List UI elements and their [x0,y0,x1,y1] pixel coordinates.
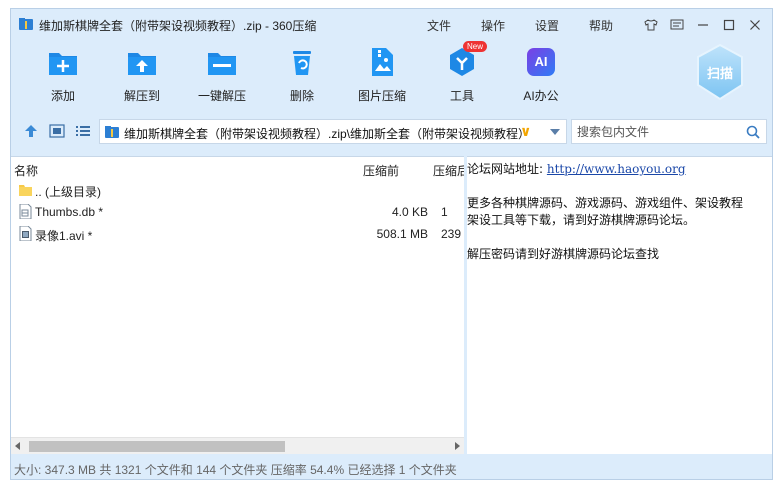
scan-button[interactable]: 扫描 [694,43,746,101]
file-size: 4.0 KB [391,205,428,219]
add-label: 添加 [50,89,75,103]
comment-line-forum: 论坛网站地址: http://www.haoyou.org [467,160,686,177]
ai-office-label: AI办公 [523,89,559,103]
minimize-button[interactable] [692,15,714,35]
ai-office-button[interactable]: AI AI办公 [505,45,577,104]
new-badge: New [463,41,488,52]
maximize-icon [723,19,735,31]
status-bar: 大小: 347.3 MB 共 1321 个文件和 144 个文件夹 压缩率 54… [11,457,772,479]
skin-button[interactable] [640,15,662,35]
add-button[interactable]: 添加 [27,45,99,104]
address-dropdown-icon[interactable] [550,129,560,135]
menu-bar: 文件 操作 设置 帮助 [427,17,643,34]
table-row[interactable]: .. (上级目录) [11,179,464,201]
horizontal-scrollbar[interactable] [11,437,464,454]
window-title: 维加斯棋牌全套（附带架设视频教程）.zip - 360压缩 [39,19,317,33]
shirt-icon [644,19,658,31]
one-click-extract-icon [205,45,239,79]
add-file-icon [46,45,80,79]
forum-link[interactable]: http://www.haoyou.org [547,162,686,176]
search-icon[interactable] [746,125,760,139]
app-window: 维加斯棋牌全套（附带架设视频教程）.zip - 360压缩 文件 操作 设置 帮… [10,8,773,480]
file-name: .. (上级目录) [35,185,101,199]
ai-office-icon: AI [524,45,558,79]
table-row[interactable]: Thumbs.db * 4.0 KB 1 [11,201,464,223]
comment-line-3: 架设工具等下载，请到好游棋牌源码论坛。 [467,213,696,227]
feedback-button[interactable] [666,15,688,35]
menu-operate[interactable]: 操作 [481,17,505,34]
file-name: Thumbs.db * [35,205,104,219]
verified-check-icon: ∨ [520,123,532,139]
list-view-icon [76,126,90,136]
column-size[interactable]: 压缩前 [363,162,399,179]
table-row[interactable]: 录像1.avi * 508.1 MB 239 [11,223,464,245]
thumbnail-view-button[interactable] [49,124,65,138]
address-input[interactable]: 维加斯棋牌全套（附带架设视频教程）.zip\维加斯全套（附带架设视频教程） ∨ [99,119,567,144]
status-text: 大小: 347.3 MB 共 1321 个文件和 144 个文件夹 压缩率 54… [14,463,457,477]
close-icon [750,20,760,30]
menu-settings[interactable]: 设置 [535,17,559,34]
tools-button[interactable]: New 工具 [426,41,498,104]
arrow-up-icon [25,125,37,137]
maximize-button[interactable] [718,15,740,35]
column-name[interactable]: 名称 [14,162,38,179]
file-name: 录像1.avi * [35,229,93,243]
tools-icon: New [445,41,488,79]
close-button[interactable] [744,15,766,35]
extract-to-label: 解压到 [123,89,160,103]
video-file-icon [19,226,32,241]
image-compress-icon [365,45,399,79]
archive-comment: 论坛网站地址: http://www.haoyou.org 更多各种棋牌源码、游… [467,156,772,454]
one-click-extract-button[interactable]: 一键解压 [186,45,258,104]
tools-label: 工具 [449,89,474,103]
scan-label: 扫描 [706,66,733,81]
image-compress-button[interactable]: 图片压缩 [346,45,418,104]
comment-line-4: 解压密码请到好游棋牌源码论坛查找 [467,247,660,261]
extract-to-button[interactable]: 解压到 [106,45,178,104]
minimize-icon [698,24,708,26]
scroll-thumb[interactable] [29,441,285,452]
list-view-button[interactable] [75,124,91,138]
db-file-icon [19,204,32,219]
column-packed[interactable]: 压缩后 [433,162,464,179]
thumbnail-view-icon [49,124,65,138]
delete-label: 删除 [289,89,314,103]
scroll-right-icon[interactable] [455,442,460,450]
window-controls [636,15,766,35]
forum-label: 论坛网站地址: [467,162,544,176]
one-click-extract-label: 一键解压 [197,89,246,103]
scroll-left-icon[interactable] [15,442,20,450]
file-size: 508.1 MB [376,227,428,241]
menu-file[interactable]: 文件 [427,17,451,34]
toolbar: 添加 解压到 一键解压 删除 图片压缩 New 工具 AI AI办公 [11,41,772,109]
address-bar-row: 维加斯棋牌全套（附带架设视频教程）.zip\维加斯全套（附带架设视频教程） ∨ [11,116,772,146]
delete-button[interactable]: 删除 [266,45,338,104]
message-icon [670,19,684,30]
file-packed-size: 239 [441,227,462,241]
search-box [571,119,767,144]
address-path: 维加斯棋牌全套（附带架设视频教程）.zip\维加斯全套（附带架设视频教程） [124,127,531,141]
menu-help[interactable]: 帮助 [589,17,613,34]
delete-icon [285,45,319,79]
file-list: 名称 压缩前 压缩后 .. (上级目录) Thumbs.db * 4.0 KB … [11,156,464,454]
comment-line-2: 更多各种棋牌源码、游戏源码、游戏组件、架设教程 [467,196,744,210]
zip-app-icon [19,18,33,30]
search-input[interactable] [572,120,742,143]
file-packed-size: 1 [441,205,448,219]
up-button[interactable] [23,124,39,138]
folder-icon [19,185,32,196]
title-bar: 维加斯棋牌全套（附带架设视频教程）.zip - 360压缩 文件 操作 设置 帮… [11,9,772,39]
extract-to-icon [125,45,159,79]
image-compress-label: 图片压缩 [357,89,406,103]
zip-file-icon [105,126,119,138]
ai-glyph: AI [534,54,548,69]
